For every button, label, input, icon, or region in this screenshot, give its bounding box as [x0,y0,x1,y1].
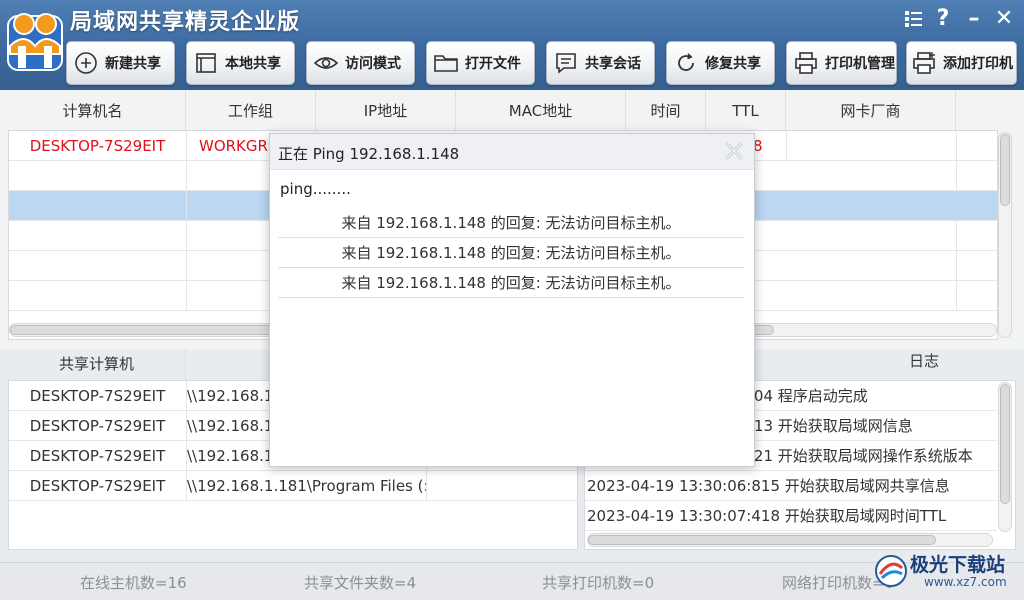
title-bar: 局域网共享精灵企业版 ? – ✕ 新建共享 本地共享 访问模式 打开文件 共享会… [0,0,1024,90]
scrollbar-thumb[interactable] [1000,384,1010,504]
log-header[interactable]: 日志 [854,348,994,380]
shared-folders-count: 共享文件夹数=4 [304,574,417,592]
table-cell [9,161,187,191]
column-header[interactable]: 时间 [626,90,706,130]
eye-icon [313,50,339,76]
computer-name: DESKTOP-7S29EIT [9,381,187,411]
close-icon[interactable]: ✕ [991,6,1017,32]
app-logo-icon [7,13,63,71]
log-entry: 2023-04-19 13:30:07:418 开始获取局域网时间TTL [585,501,997,531]
table-cell [787,281,957,311]
printer-manage-label: 打印机管理 [825,56,895,72]
log-message: 开始获取局域网时间TTL [784,507,947,525]
column-header[interactable]: 网卡厂商 [786,90,956,130]
computer-name: DESKTOP-7S29EIT [9,411,187,441]
ping-status: ping........ [280,180,351,198]
shared-printers-count: 共享打印机数=0 [542,574,655,592]
menu-icon[interactable] [900,6,926,32]
dialog-close-icon[interactable] [722,139,746,163]
ping-reply: 来自 192.168.1.148 的回复: 无法访问目标主机。 [278,268,744,298]
folder-icon [433,50,459,76]
column-header[interactable]: 计算机名 [0,90,186,130]
repair-share-label: 修复共享 [705,56,761,72]
open-file-label: 打开文件 [465,56,521,72]
list-item[interactable]: DESKTOP-7S29EIT \\192.168.1.181\Program … [9,471,577,501]
log-message: 开始获取局域网共享信息 [784,477,950,495]
watermark-text: 极光下载站 [910,554,1006,576]
column-header[interactable]: IP地址 [316,90,456,130]
table-cell [787,251,957,281]
add-printer-icon [911,50,937,76]
new-share-button[interactable]: 新建共享 [66,41,175,85]
ping-dialog-title: 正在 Ping 192.168.1.148 [278,145,460,163]
vendor-cell [787,131,957,161]
shared-computers-header[interactable]: 共享计算机 [8,348,186,380]
ping-dialog-header: 正在 Ping 192.168.1.148 [270,134,754,170]
log-vertical-scrollbar[interactable] [998,382,1012,532]
new-share-label: 新建共享 [105,56,161,72]
scrollbar-thumb[interactable] [588,535,936,545]
minimize-icon[interactable]: – [961,6,987,32]
log-horizontal-scrollbar[interactable] [587,533,993,547]
log-message: 开始获取局域网操作系统版本 [777,447,973,465]
access-mode-label: 访问模式 [345,56,401,72]
host-name-cell: DESKTOP-7S29EIT [9,131,187,161]
app-title: 局域网共享精灵企业版 [70,10,301,35]
share-session-button[interactable]: 共享会话 [546,41,655,85]
vertical-scrollbar[interactable] [998,132,1012,338]
watermark-url: www.xz7.com [924,575,1007,589]
computer-name: DESKTOP-7S29EIT [9,471,187,501]
watermark: 极光下载站 www.xz7.com [866,550,1022,596]
ping-reply: 来自 192.168.1.148 的回复: 无法访问目标主机。 [278,208,744,238]
scrollbar-thumb[interactable] [1000,134,1010,206]
log-entry: 2023-04-19 13:30:06:815 开始获取局域网共享信息 [585,471,997,501]
table-cell [9,281,187,311]
plus-circle-icon [73,50,99,76]
log-message: 程序启动完成 [777,387,868,405]
refresh-icon [673,50,699,76]
column-header[interactable]: 工作组 [186,90,316,130]
share-path: \\192.168.1.181\Program Files (: [187,471,427,501]
window-icon [193,50,219,76]
local-share-label: 本地共享 [225,56,281,72]
table-cell [787,221,957,251]
column-header[interactable]: MAC地址 [456,90,626,130]
online-hosts-count: 在线主机数=16 [80,574,187,592]
table-cell [9,221,187,251]
local-share-button[interactable]: 本地共享 [186,41,295,85]
ping-reply: 来自 192.168.1.148 的回复: 无法访问目标主机。 [278,238,744,268]
log-message: 开始获取局域网信息 [777,417,913,435]
share-session-label: 共享会话 [585,56,641,72]
printer-icon [793,50,819,76]
hosts-table-header: 计算机名 工作组 IP地址 MAC地址 时间 TTL 网卡厂商 [0,90,1024,130]
column-header[interactable]: TTL [706,90,786,130]
open-file-button[interactable]: 打开文件 [426,41,535,85]
table-cell [787,161,957,191]
repair-share-button[interactable]: 修复共享 [666,41,775,85]
add-printer-button[interactable]: 添加打印机 [906,41,1017,85]
help-icon[interactable]: ? [930,6,956,32]
ping-dialog: 正在 Ping 192.168.1.148 ping........ 来自 19… [269,133,755,467]
table-cell [9,191,187,221]
table-cell [9,251,187,281]
log-time: 2023-04-19 13:30:06:815 [587,477,780,495]
chat-icon [553,50,579,76]
printer-manage-button[interactable]: 打印机管理 [786,41,897,85]
add-printer-label: 添加打印机 [943,56,1013,72]
log-time: 2023-04-19 13:30:07:418 [587,507,780,525]
watermark-logo-icon [875,555,907,587]
computer-name: DESKTOP-7S29EIT [9,441,187,471]
access-mode-button[interactable]: 访问模式 [306,41,415,85]
